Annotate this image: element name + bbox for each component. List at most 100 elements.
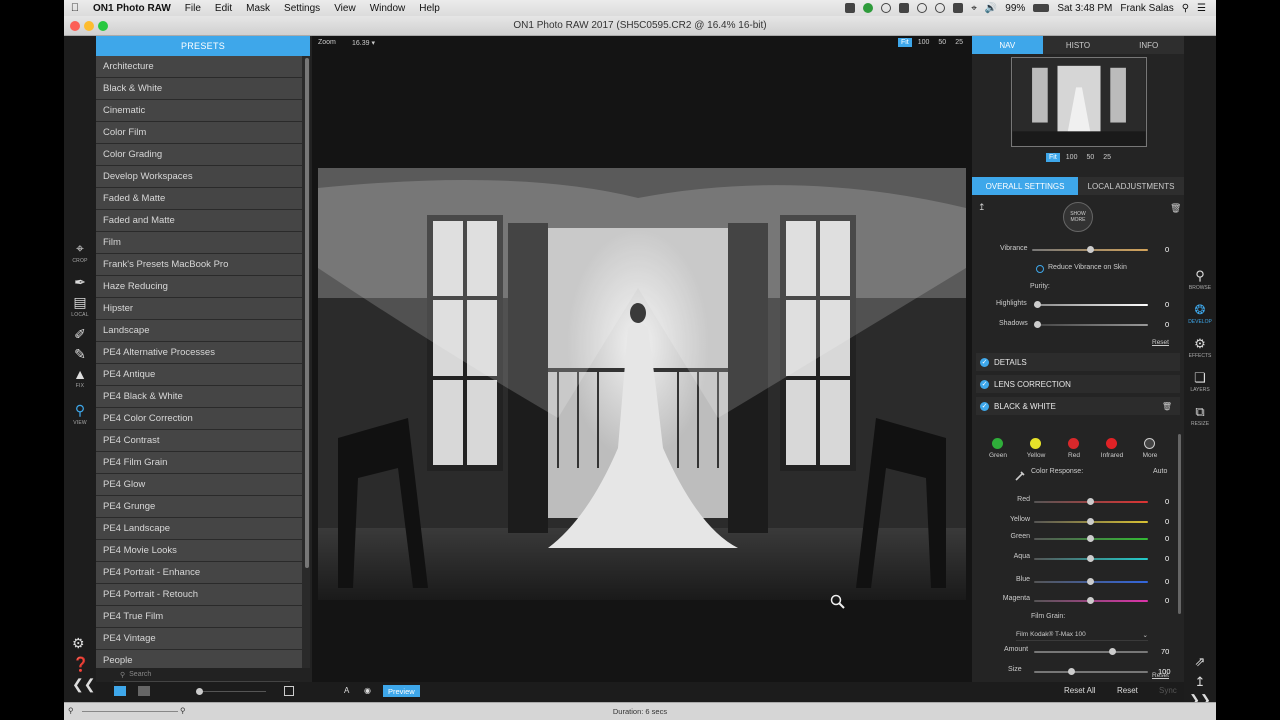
apple-icon[interactable]:  bbox=[64, 2, 86, 14]
bw-slider-knob[interactable] bbox=[1087, 498, 1094, 505]
section-lens-correction[interactable]: ✓ LENS CORRECTION bbox=[976, 375, 1180, 393]
thumbnail-size-slider[interactable] bbox=[196, 688, 266, 695]
zoom-100-button[interactable]: 100 bbox=[915, 38, 933, 47]
reset-button[interactable]: Reset bbox=[1117, 686, 1138, 695]
help-icon[interactable]: ❓ bbox=[72, 656, 89, 673]
bw-slider-knob[interactable] bbox=[1087, 578, 1094, 585]
lens-correction-enabled-icon[interactable]: ✓ bbox=[980, 379, 989, 389]
bw-slider-knob[interactable] bbox=[1087, 597, 1094, 604]
screen-record-icon[interactable] bbox=[845, 3, 856, 13]
sync-button[interactable]: Sync bbox=[1159, 686, 1177, 695]
menu-view[interactable]: View bbox=[327, 3, 363, 14]
preset-category[interactable]: PE4 Film Grain bbox=[96, 452, 302, 473]
nav-zoom-fit-button[interactable]: Fit bbox=[1046, 153, 1060, 162]
preset-category[interactable]: Hipster bbox=[96, 298, 302, 319]
preset-category[interactable]: Landscape bbox=[96, 320, 302, 341]
sync-icon[interactable] bbox=[881, 3, 892, 13]
bw-slider-blue[interactable] bbox=[1034, 578, 1148, 585]
menu-help[interactable]: Help bbox=[412, 3, 447, 14]
reset-all-button[interactable]: Reset All bbox=[1064, 686, 1096, 695]
preset-category[interactable]: PE4 Black & White bbox=[96, 386, 302, 407]
vibrance-slider[interactable] bbox=[1032, 246, 1148, 253]
size-slider[interactable] bbox=[1034, 668, 1148, 675]
evernote-icon[interactable] bbox=[863, 3, 874, 13]
preset-category[interactable]: PE4 Glow bbox=[96, 474, 302, 495]
bw-slider-green[interactable] bbox=[1034, 535, 1148, 542]
zoom-50-button[interactable]: 50 bbox=[935, 38, 949, 47]
presets-search[interactable]: ⚲ Search bbox=[114, 668, 290, 682]
preset-category[interactable]: PE4 Color Correction bbox=[96, 408, 302, 429]
bw-slider-yellow[interactable] bbox=[1034, 518, 1148, 525]
auto-button[interactable]: Auto bbox=[1153, 468, 1167, 475]
preset-category[interactable]: PE4 Portrait - Enhance bbox=[96, 562, 302, 583]
preset-category[interactable]: Faded & Matte bbox=[96, 188, 302, 209]
compare-icon[interactable] bbox=[284, 686, 294, 696]
image-canvas[interactable]: Zoom 16.39 ▾ Fit 100 50 25 bbox=[312, 36, 972, 682]
black-white-enabled-icon[interactable]: ✓ bbox=[980, 401, 989, 411]
menu-file[interactable]: File bbox=[178, 3, 208, 14]
notification-center-icon[interactable]: ☰ bbox=[1197, 3, 1206, 14]
preset-category[interactable]: PE4 Grunge bbox=[96, 496, 302, 517]
settings-gear-icon[interactable]: ⚙ bbox=[72, 635, 85, 652]
bw-slider-knob[interactable] bbox=[1087, 518, 1094, 525]
search-input[interactable]: Search bbox=[129, 671, 151, 678]
reduce-vibrance-checkbox[interactable] bbox=[1036, 265, 1044, 273]
amount-slider-knob[interactable] bbox=[1108, 648, 1116, 655]
grid-view-icon[interactable] bbox=[114, 686, 126, 696]
section-details[interactable]: ✓ DETAILS bbox=[976, 353, 1180, 371]
user-name[interactable]: Frank Salas bbox=[1120, 3, 1173, 14]
local-tool[interactable]: ▤ LOCAL bbox=[68, 294, 92, 318]
swatch-more[interactable] bbox=[1144, 438, 1155, 449]
swatch-infrared[interactable] bbox=[1106, 438, 1117, 449]
highlights-slider[interactable] bbox=[1034, 301, 1148, 308]
preset-category[interactable]: Faded and Matte bbox=[96, 210, 302, 231]
clock[interactable]: Sat 3:48 PM bbox=[1057, 3, 1112, 14]
bw-reset-link[interactable]: Reset bbox=[1152, 672, 1169, 679]
bw-trash-icon[interactable]: 🗑 bbox=[1162, 402, 1172, 411]
wifi-icon[interactable]: ⌖ bbox=[971, 3, 977, 14]
eyedropper-icon[interactable] bbox=[1014, 470, 1026, 482]
bw-slider-magenta[interactable] bbox=[1034, 597, 1148, 604]
tab-histo[interactable]: HISTO bbox=[1042, 36, 1114, 54]
volume-icon[interactable]: 🔊 bbox=[985, 3, 997, 14]
swatch-red[interactable] bbox=[1068, 438, 1079, 449]
bw-slider-knob[interactable] bbox=[1087, 555, 1094, 562]
mask-view-icon[interactable]: ◉ bbox=[364, 686, 371, 695]
preset-category[interactable]: Haze Reducing bbox=[96, 276, 302, 297]
preset-category[interactable]: PE4 Landscape bbox=[96, 518, 302, 539]
module-effects[interactable]: ⚙ EFFECTS bbox=[1187, 336, 1213, 359]
tab-overall-settings[interactable]: OVERALL SETTINGS bbox=[972, 177, 1078, 195]
spotlight-icon[interactable]: ⚲ bbox=[1182, 3, 1189, 14]
bluetooth-icon[interactable] bbox=[953, 3, 964, 13]
preset-category[interactable]: PE4 True Film bbox=[96, 606, 302, 627]
preset-category[interactable]: PE4 Movie Looks bbox=[96, 540, 302, 561]
menu-mask[interactable]: Mask bbox=[239, 3, 277, 14]
section-black-white[interactable]: ✓ BLACK & WHITE 🗑 bbox=[976, 397, 1180, 415]
text-overlay-icon[interactable]: A bbox=[344, 686, 349, 695]
crop-tool[interactable]: ⌖ CROP bbox=[68, 240, 92, 264]
time-machine-icon[interactable] bbox=[935, 3, 946, 13]
zoom-25-button[interactable]: 25 bbox=[952, 38, 966, 47]
nav-zoom-100-button[interactable]: 100 bbox=[1063, 153, 1081, 162]
vibrance-slider-knob[interactable] bbox=[1087, 246, 1094, 253]
preset-category[interactable]: Color Grading bbox=[96, 144, 302, 165]
module-browse[interactable]: ⚲ BROWSE bbox=[1187, 268, 1213, 291]
preset-category[interactable]: PE4 Portrait - Retouch bbox=[96, 584, 302, 605]
details-enabled-icon[interactable]: ✓ bbox=[980, 357, 989, 367]
highlights-slider-knob[interactable] bbox=[1034, 301, 1041, 308]
bw-slider-red[interactable] bbox=[1034, 498, 1148, 505]
export-icon[interactable]: ↥ bbox=[1187, 674, 1213, 690]
menu-settings[interactable]: Settings bbox=[277, 3, 327, 14]
purity-reset-link[interactable]: Reset bbox=[1152, 339, 1169, 346]
swatch-yellow[interactable] bbox=[1030, 438, 1041, 449]
zoom-dropdown[interactable]: 16.39 ▾ bbox=[352, 39, 375, 47]
film-type-dropdown[interactable]: Film Kodak® T-Max 100 ⌄ bbox=[1016, 629, 1148, 641]
preset-category[interactable]: PE4 Antique bbox=[96, 364, 302, 385]
tab-info[interactable]: INFO bbox=[1113, 36, 1185, 54]
filmstrip-view-icon[interactable] bbox=[138, 686, 150, 696]
size-slider-knob[interactable] bbox=[1068, 668, 1075, 675]
export-settings-icon[interactable]: ↥ bbox=[978, 202, 986, 213]
right-panel-scrollbar[interactable] bbox=[1178, 434, 1181, 614]
photo-image[interactable] bbox=[318, 168, 966, 600]
tab-nav[interactable]: NAV bbox=[972, 36, 1043, 54]
